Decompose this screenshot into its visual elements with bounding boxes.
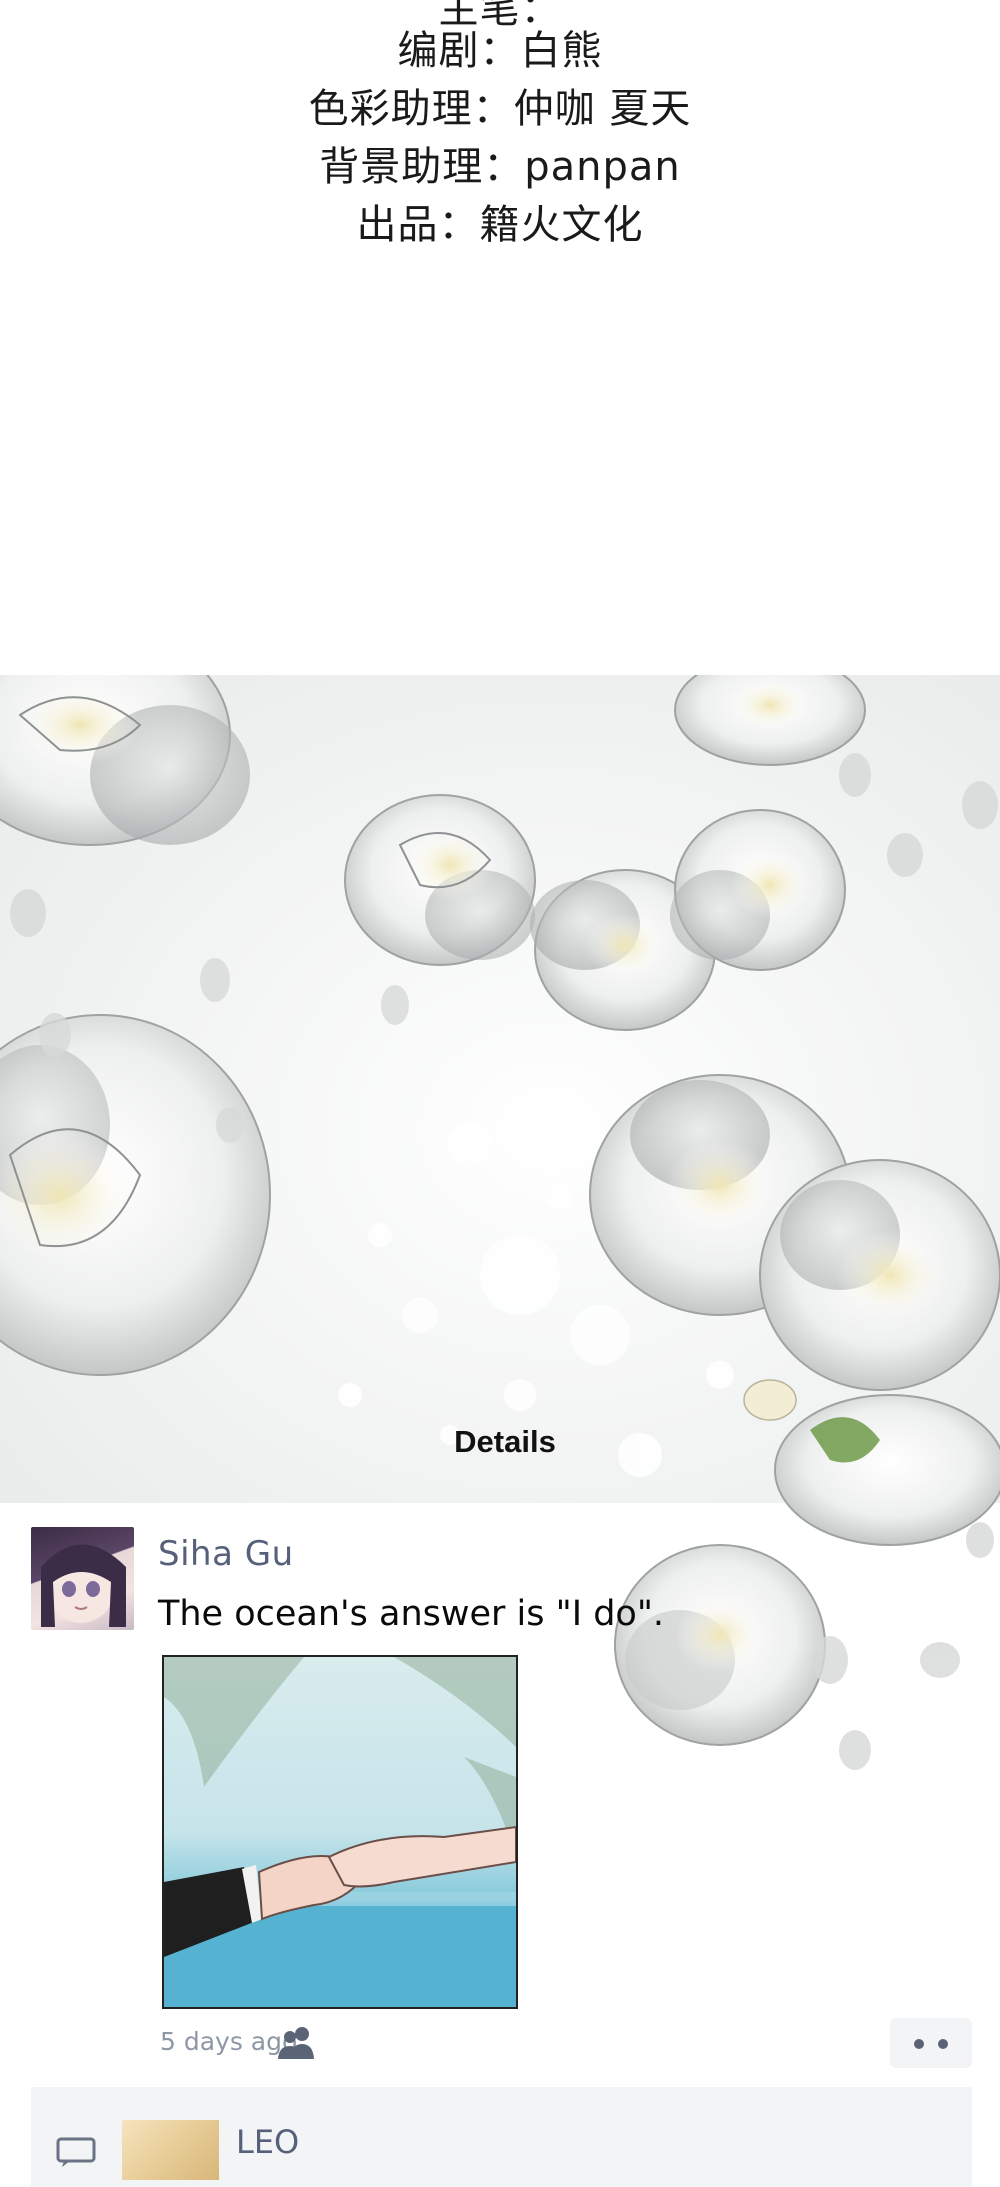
post-image-thumbnail[interactable] — [162, 1655, 518, 2009]
credits-block: 主笔： 编剧：白熊 色彩助理：仲咖 夏天 背景助理：panpan 出品：籍火文化 — [0, 0, 1000, 675]
more-dots-icon — [938, 2039, 948, 2049]
credit-line-writer: 编剧：白熊 — [397, 28, 603, 74]
author-name[interactable]: Siha Gu — [158, 1534, 294, 1574]
post-text: The ocean's answer is "I do". — [158, 1594, 665, 1634]
more-options-button[interactable] — [890, 2018, 972, 2068]
author-avatar[interactable] — [31, 1527, 134, 1630]
comment-author-name[interactable]: LEO — [236, 2123, 299, 2161]
people-icon[interactable] — [278, 2025, 316, 2059]
credit-line-producer: 出品：籍火文化 — [356, 202, 644, 248]
avatar-portrait — [41, 1544, 126, 1627]
comment-icon[interactable] — [56, 2137, 98, 2167]
credit-line-color-assistant: 色彩助理：仲咖 夏天 — [308, 86, 692, 132]
more-dots-icon — [914, 2039, 924, 2049]
post-timestamp: 5 days ago — [160, 2027, 298, 2056]
comment-author-avatar[interactable] — [122, 2120, 219, 2180]
holding-hands-image — [164, 1657, 516, 2007]
credit-line-background-assistant: 背景助理：panpan — [319, 144, 681, 190]
